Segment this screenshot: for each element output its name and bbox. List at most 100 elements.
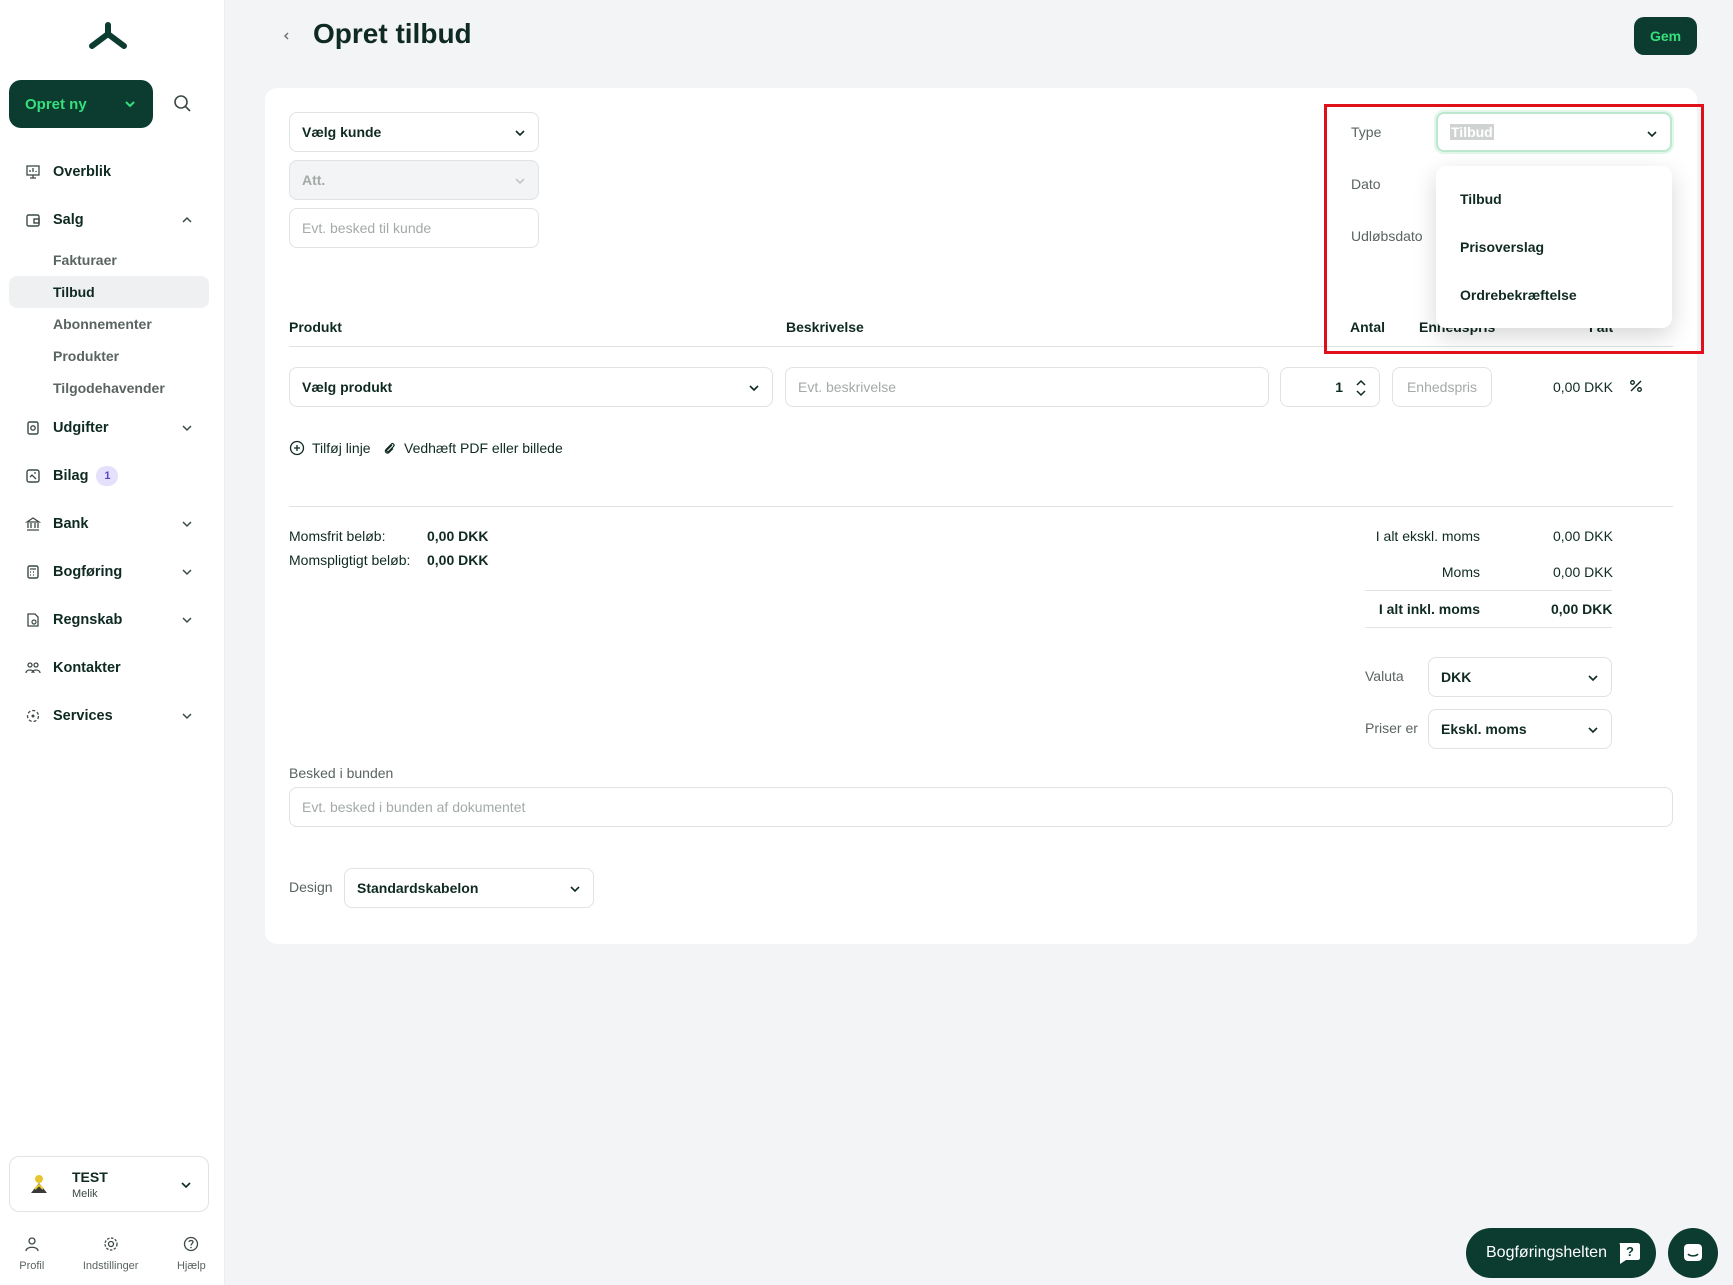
sidebar-subitem-abonnementer[interactable]: Abonnementer bbox=[9, 308, 209, 340]
customer-select[interactable]: Vælg kunde bbox=[289, 112, 539, 152]
total-incl-vat-value: 0,00 DKK bbox=[1551, 601, 1613, 617]
chevron-down-icon bbox=[749, 385, 759, 392]
description-input[interactable]: Evt. beskrivelse bbox=[785, 367, 1269, 407]
sidebar-item-bilag[interactable]: Bilag 1 bbox=[9, 452, 209, 500]
count-badge: 1 bbox=[96, 466, 119, 486]
company-user: Melik bbox=[72, 1187, 98, 1200]
prices-label: Priser er bbox=[1365, 720, 1418, 736]
chevron-down-icon bbox=[182, 617, 192, 624]
currency-label: Valuta bbox=[1365, 668, 1404, 684]
sidebar-subitem-tilgodehavender[interactable]: Tilgodehavender bbox=[9, 372, 209, 404]
chat-button[interactable] bbox=[1668, 1228, 1718, 1278]
type-select[interactable]: Tilbud bbox=[1436, 112, 1672, 152]
assistant-button[interactable]: Bogføringshelten ? bbox=[1466, 1228, 1656, 1278]
vat-liable-amount-label: Momspligtigt beløb: bbox=[289, 552, 411, 568]
profile-button[interactable]: Profil bbox=[19, 1236, 44, 1272]
type-option-prisoverslag[interactable]: Prisoverslag bbox=[1436, 223, 1672, 271]
bottom-message-input[interactable]: Evt. besked i bunden af dokumentet bbox=[289, 787, 1673, 827]
vat-free-amount-value: 0,00 DKK bbox=[427, 528, 489, 544]
prices-vat-select[interactable]: Ekskl. moms bbox=[1428, 709, 1612, 749]
stepper-arrows-icon[interactable] bbox=[1355, 378, 1367, 398]
add-line-button[interactable]: Tilføj linje bbox=[289, 440, 371, 456]
attach-file-button[interactable]: Vedhæft PDF eller billede bbox=[381, 440, 563, 456]
total-excl-vat-value: 0,00 DKK bbox=[1553, 528, 1613, 544]
sidebar-item-label: Regnskab bbox=[53, 612, 123, 628]
paperclip-icon bbox=[384, 442, 395, 454]
services-icon bbox=[26, 709, 40, 723]
sidebar-subitem-produkter[interactable]: Produkter bbox=[9, 340, 209, 372]
unit-price-input[interactable]: Enhedspris bbox=[1392, 367, 1492, 407]
type-label: Type bbox=[1351, 124, 1382, 140]
sidebar-item-overblik[interactable]: Overblik bbox=[9, 148, 209, 196]
expense-icon bbox=[27, 421, 39, 435]
add-line-label: Tilføj linje bbox=[312, 440, 371, 456]
customer-message-input[interactable]: Evt. besked til kunde bbox=[289, 208, 539, 248]
chevron-down-icon bbox=[181, 1182, 191, 1189]
type-option-tilbud[interactable]: Tilbud bbox=[1436, 175, 1672, 223]
chevron-up-icon bbox=[182, 216, 192, 223]
help-button[interactable]: Hjælp bbox=[177, 1236, 206, 1272]
quantity-stepper[interactable]: 1 bbox=[1280, 367, 1380, 407]
sidebar-item-label: Salg bbox=[53, 212, 84, 228]
back-chevron-icon[interactable] bbox=[280, 28, 292, 44]
prices-vat-select-value: Ekskl. moms bbox=[1441, 721, 1527, 737]
divider bbox=[289, 346, 1673, 347]
sidebar-item-regnskab[interactable]: Regnskab bbox=[9, 596, 209, 644]
design-select-value: Standardskabelon bbox=[357, 880, 479, 896]
sidebar-item-kontakter[interactable]: Kontakter bbox=[9, 644, 209, 692]
vat-label: Moms bbox=[1441, 564, 1480, 580]
design-select[interactable]: Standardskabelon bbox=[344, 868, 594, 908]
att-select: Att. bbox=[289, 160, 539, 200]
create-new-button[interactable]: Opret ny bbox=[9, 80, 153, 128]
sidebar-subitem-tilbud[interactable]: Tilbud bbox=[9, 276, 209, 308]
type-option-ordrebekraeftelse[interactable]: Ordrebekræftelse bbox=[1436, 271, 1672, 319]
sidebar-item-label: Bogføring bbox=[53, 564, 123, 580]
sidebar-item-label: Udgifter bbox=[53, 420, 109, 436]
col-header-antal: Antal bbox=[1350, 319, 1385, 335]
chevron-down-icon bbox=[182, 713, 192, 720]
receipt-icon bbox=[26, 469, 40, 483]
customer-message-placeholder: Evt. besked til kunde bbox=[302, 220, 432, 236]
product-select[interactable]: Vælg produkt bbox=[289, 367, 773, 407]
sidebar-item-label: Overblik bbox=[53, 164, 112, 180]
chevron-down-icon bbox=[1588, 675, 1598, 682]
attach-file-label: Vedhæft PDF eller billede bbox=[404, 440, 563, 456]
report-icon bbox=[27, 613, 39, 627]
divider bbox=[1365, 590, 1612, 591]
discount-percent-icon[interactable] bbox=[1628, 378, 1644, 394]
chevron-down-icon bbox=[182, 569, 192, 576]
assistant-label: Bogføringshelten bbox=[1486, 1244, 1607, 1261]
chevron-down-icon bbox=[1588, 727, 1598, 734]
sidebar-item-label: Services bbox=[53, 708, 113, 724]
search-icon[interactable] bbox=[172, 93, 194, 115]
tool-label: Hjælp bbox=[176, 1260, 206, 1272]
chevron-down-icon bbox=[182, 425, 192, 432]
tool-label: Profil bbox=[19, 1260, 45, 1272]
date-label: Dato bbox=[1351, 176, 1381, 192]
company-logo-icon bbox=[31, 1175, 47, 1193]
col-header-beskrivelse: Beskrivelse bbox=[786, 319, 864, 335]
sidebar-item-udgifter[interactable]: Udgifter bbox=[9, 404, 209, 452]
currency-select[interactable]: DKK bbox=[1428, 657, 1612, 697]
unit-price-placeholder: Enhedspris bbox=[1406, 379, 1478, 395]
vat-free-amount-label: Momsfrit beløb: bbox=[289, 528, 386, 544]
logo-icon[interactable] bbox=[88, 22, 128, 50]
settings-button[interactable]: Indstillinger bbox=[83, 1236, 138, 1272]
product-select-value: Vælg produkt bbox=[302, 379, 393, 395]
quantity-value: 1 bbox=[1335, 379, 1343, 395]
col-header-produkt: Produkt bbox=[289, 319, 342, 335]
company-switcher[interactable]: TEST Melik bbox=[9, 1156, 209, 1212]
plus-circle-icon bbox=[289, 440, 305, 456]
sidebar-subitem-fakturaer[interactable]: Fakturaer bbox=[9, 244, 209, 276]
chevron-down-icon bbox=[515, 178, 525, 185]
chevron-down-icon bbox=[515, 130, 525, 137]
sidebar-item-salg[interactable]: Salg bbox=[9, 196, 209, 244]
save-button[interactable]: Gem bbox=[1634, 17, 1697, 55]
calculator-icon bbox=[27, 565, 39, 579]
help-bubble-icon: ? bbox=[1619, 1243, 1640, 1264]
sidebar-item-bogforing[interactable]: Bogføring bbox=[9, 548, 209, 596]
sidebar-item-bank[interactable]: Bank bbox=[9, 500, 209, 548]
sidebar-item-services[interactable]: Services bbox=[9, 692, 209, 740]
description-placeholder: Evt. beskrivelse bbox=[798, 379, 897, 395]
gear-icon bbox=[103, 1237, 118, 1251]
